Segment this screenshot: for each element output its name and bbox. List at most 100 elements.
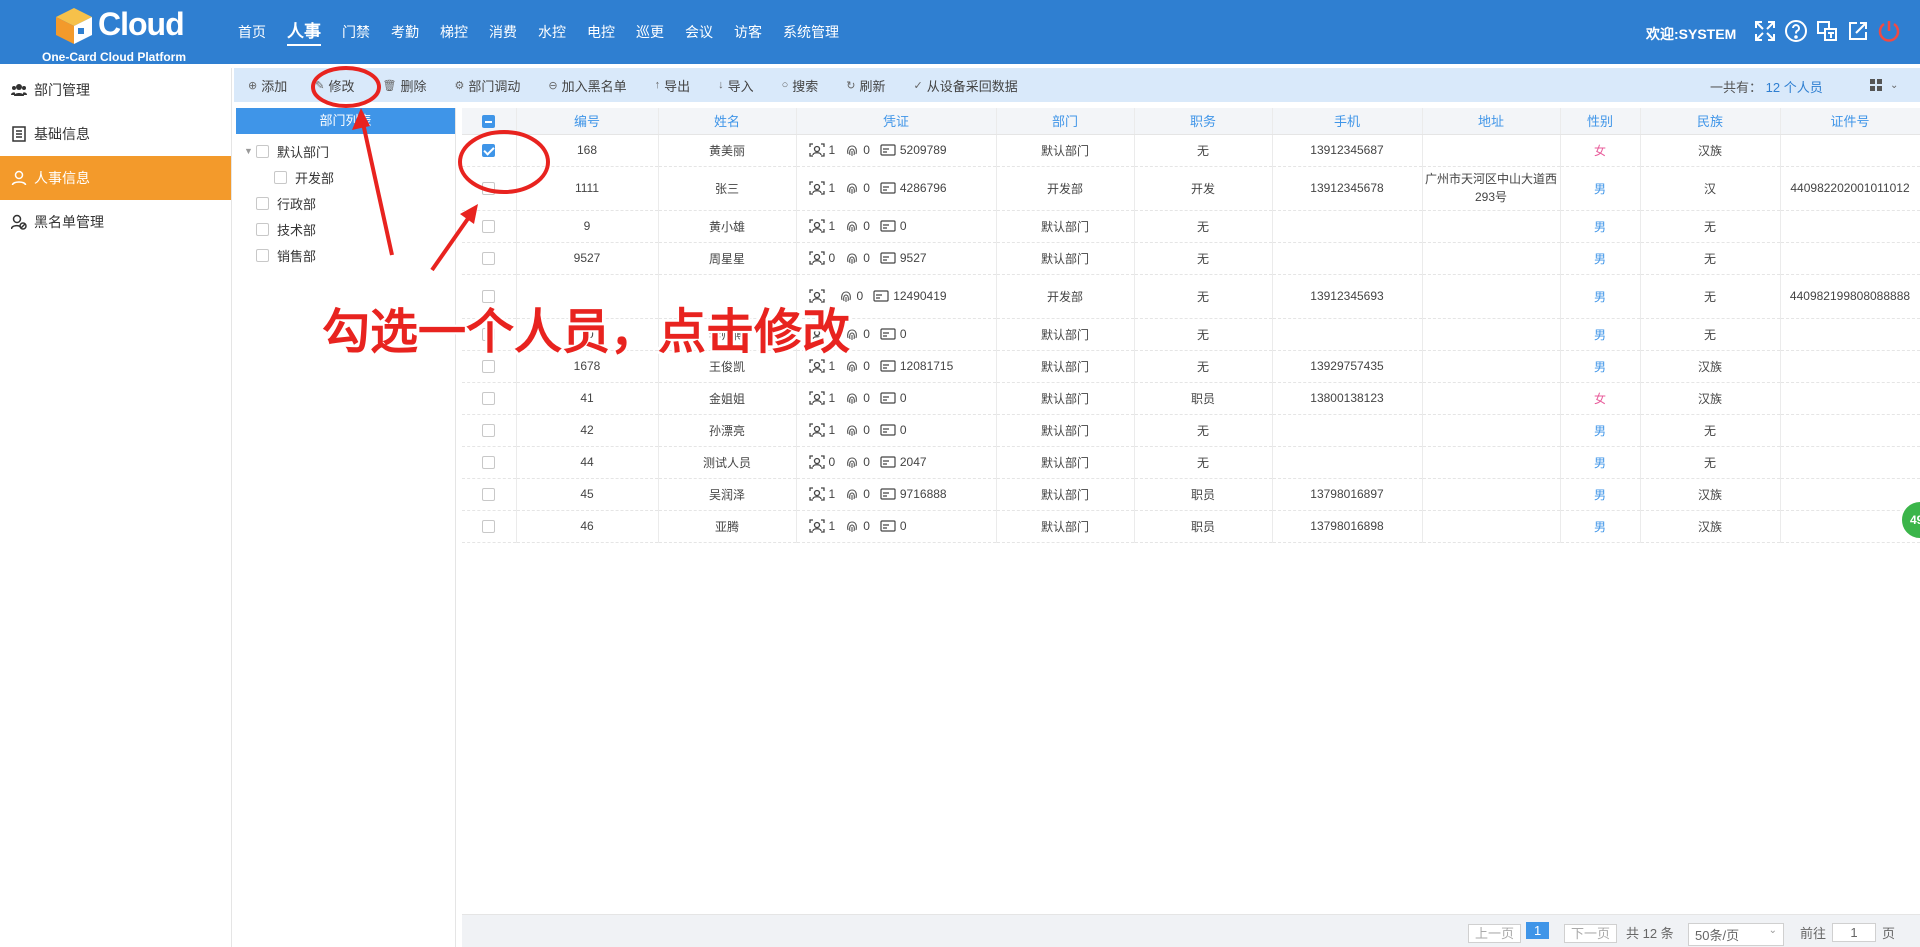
add-blacklist-button[interactable]: ⊖ 加入黑名单 [548, 76, 626, 95]
row-select-cell[interactable] [462, 210, 517, 243]
sidebar-item-blacklist[interactable]: 黑名单管理 [0, 200, 231, 244]
card-icon [880, 456, 896, 468]
row-select-cell[interactable] [462, 510, 517, 543]
table-row[interactable]: 1111 张三 1 0 4286796 开发部 开发 13912345678 广州市天河区中山大… [462, 166, 1920, 211]
cell-phone [1272, 318, 1423, 351]
sidebar-item-basic[interactable]: 基础信息 [0, 112, 231, 156]
sidebar-item-dept[interactable]: 部门管理 [0, 68, 231, 112]
row-select-cell[interactable] [462, 382, 517, 415]
tree-checkbox[interactable] [274, 170, 287, 184]
col-header-id[interactable]: 编号 [516, 108, 659, 135]
help-icon[interactable] [1783, 18, 1809, 44]
table-row[interactable]: 41 金姐姐 1 0 0 默认部门 职员 13800138123 女汉族 [462, 382, 1920, 415]
col-header-idno[interactable]: 证件号 [1780, 108, 1920, 135]
nav-home[interactable]: 首页 [238, 0, 266, 64]
cell-gender: 男 [1560, 318, 1641, 351]
col-header-title[interactable]: 职务 [1134, 108, 1273, 135]
page-size-select[interactable]: 50条/页 ⌄ [1688, 923, 1784, 946]
col-header-credential[interactable]: 凭证 [796, 108, 997, 135]
nav-consume[interactable]: 消费 [489, 0, 517, 64]
col-header-gender[interactable]: 性别 [1560, 108, 1641, 135]
refresh-button[interactable]: ↻ 刷新 [846, 76, 885, 95]
col-header-name[interactable]: 姓名 [658, 108, 797, 135]
cell-id: 42 [516, 414, 659, 447]
row-checkbox[interactable] [482, 456, 496, 470]
fetch-device-data-button[interactable]: ✓ 从设备采回数据 [914, 76, 1018, 95]
caret-down-icon[interactable]: ▼ [244, 146, 256, 156]
tree-node-tech-dept[interactable]: 技术部 [236, 216, 455, 242]
import-button[interactable]: ↓ 导入 [718, 76, 754, 95]
table-row[interactable]: 168 黄美丽 1 0 5209789 默认部门无 13912345687 女汉族 [462, 134, 1920, 167]
nav-attendance[interactable]: 考勤 [391, 0, 419, 64]
add-button[interactable]: ⊕ 添加 [248, 76, 287, 95]
table-row[interactable]: 46 亚腾 1 0 0 默认部门 职员 13798016898 男汉族 [462, 510, 1920, 543]
tree-node-default-dept[interactable]: ▼ 默认部门 [236, 138, 455, 164]
col-header-dept[interactable]: 部门 [996, 108, 1135, 135]
tree-checkbox[interactable] [256, 144, 269, 158]
next-page-button[interactable]: 下一页 [1564, 924, 1618, 943]
row-checkbox[interactable] [482, 488, 496, 502]
col-header-ethnic[interactable]: 民族 [1640, 108, 1781, 135]
prev-page-button[interactable]: 上一页 [1468, 924, 1522, 943]
row-select-cell[interactable] [462, 414, 517, 447]
row-checkbox[interactable] [482, 424, 496, 438]
row-checkbox[interactable] [482, 220, 496, 234]
row-checkbox[interactable] [482, 360, 496, 374]
search-button[interactable]: ○ 搜索 [782, 76, 819, 95]
cell-idno [1780, 510, 1920, 543]
row-checkbox[interactable] [482, 182, 496, 196]
table-row[interactable]: 9 黄小雄 1 0 0 默认部门无男无 [462, 210, 1920, 243]
col-header-address[interactable]: 地址 [1422, 108, 1561, 135]
nav-elevator[interactable]: 梯控 [440, 0, 468, 64]
nav-meeting[interactable]: 会议 [685, 0, 713, 64]
row-checkbox[interactable] [482, 144, 496, 158]
row-select-cell[interactable] [462, 242, 517, 275]
table-row[interactable]: 9527 周星星 0 0 9527 默认部门无男无 [462, 242, 1920, 275]
nav-access[interactable]: 门禁 [342, 0, 370, 64]
goto-page-input[interactable]: 1 [1832, 923, 1876, 942]
nav-personnel[interactable]: 人事 [287, 0, 321, 64]
nav-visitor[interactable]: 访客 [734, 0, 762, 64]
delete-button[interactable]: 🗑 删除 [382, 76, 426, 95]
tree-node-sales-dept[interactable]: 销售部 [236, 242, 455, 268]
row-select-cell[interactable] [462, 166, 517, 211]
tree-node-admin-dept[interactable]: 行政部 [236, 190, 455, 216]
cell-phone [1272, 414, 1423, 447]
row-checkbox[interactable] [482, 392, 496, 406]
select-all-checkbox[interactable] [482, 115, 496, 129]
cell-idno [1780, 478, 1920, 511]
cell-ethnic: 无 [1640, 274, 1781, 319]
export-button[interactable]: ↑ 导出 [655, 76, 691, 95]
tree-checkbox[interactable] [256, 196, 269, 210]
table-row[interactable]: 42 孙漂亮 1 0 0 默认部门无男无 [462, 414, 1920, 447]
select-all-cell[interactable] [462, 108, 517, 135]
tree-checkbox[interactable] [256, 248, 269, 262]
sidebar-item-personnel[interactable]: 人事信息 [0, 156, 231, 200]
tree-checkbox[interactable] [256, 222, 269, 236]
language-icon[interactable] [1814, 18, 1840, 44]
edit-external-icon[interactable] [1845, 18, 1871, 44]
row-select-cell[interactable] [462, 134, 517, 167]
nav-power[interactable]: 电控 [587, 0, 615, 64]
nav-system[interactable]: 系统管理 [783, 0, 839, 64]
col-header-phone[interactable]: 手机 [1272, 108, 1423, 135]
nav-water[interactable]: 水控 [538, 0, 566, 64]
row-select-cell[interactable] [462, 446, 517, 479]
row-checkbox[interactable] [482, 252, 496, 266]
fullscreen-icon[interactable] [1752, 18, 1778, 44]
nav-patrol[interactable]: 巡更 [636, 0, 664, 64]
logo[interactable]: Cloud One-Card Cloud Platform [40, 4, 190, 64]
edit-button[interactable]: ✎ 修改 [315, 76, 354, 95]
table-row[interactable]: 44 测试人员 0 0 2047 默认部门无男无 [462, 446, 1920, 479]
export-icon: ↑ [654, 79, 661, 91]
row-select-cell[interactable] [462, 478, 517, 511]
transfer-dept-button[interactable]: ⚙ 部门调动 [454, 76, 520, 95]
table-row[interactable]: 45 吴润泽 1 0 9716888 默认部门 职员 13798016897 男汉族 [462, 478, 1920, 511]
face-count: 1 [828, 519, 836, 533]
trash-icon: 🗑 [382, 79, 397, 92]
column-toggle-button[interactable]: ⌄ [1870, 76, 1904, 94]
row-checkbox[interactable] [482, 520, 496, 534]
tree-node-dev-dept[interactable]: 开发部 [236, 164, 455, 190]
current-page-button[interactable]: 1 [1526, 922, 1550, 939]
power-icon[interactable] [1876, 18, 1902, 44]
